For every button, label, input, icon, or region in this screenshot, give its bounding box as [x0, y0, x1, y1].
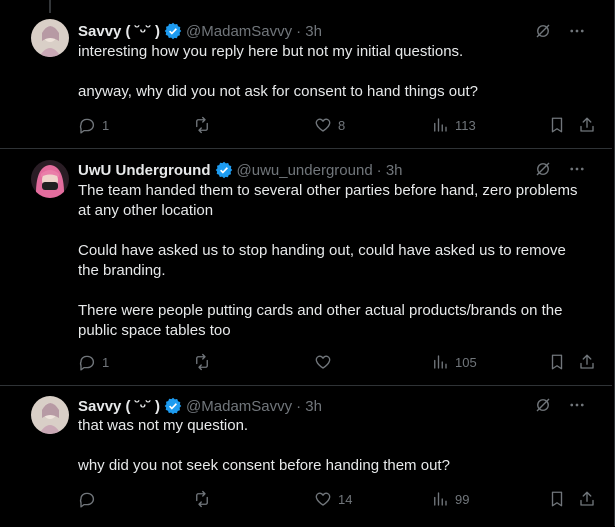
views-count: 99 [455, 491, 470, 507]
tweet-paragraph: interesting how you reply here but not m… [78, 43, 464, 60]
thread-connector [49, 0, 51, 13]
share-button[interactable] [578, 353, 596, 371]
views-button[interactable]: 113 [431, 116, 476, 134]
heart-icon [315, 355, 331, 369]
like-button[interactable]: 14 [314, 490, 352, 508]
reply-button[interactable]: 1 [78, 353, 109, 371]
tweet-text: that was not my question. why did you no… [78, 416, 584, 476]
verified-badge-icon [215, 161, 233, 179]
grok-icon[interactable] [534, 22, 552, 40]
share-button[interactable] [578, 116, 596, 134]
bookmark-icon [551, 491, 563, 507]
like-count: 8 [338, 117, 346, 133]
tweet-header: UwU Underground @uwu_underground · 3h [78, 161, 403, 179]
tweet-actions: 1 105 [78, 353, 598, 373]
display-name[interactable]: Savvy ( ˘ᵕ˘ ) [78, 398, 160, 415]
grok-icon[interactable] [534, 396, 552, 414]
repost-icon [196, 116, 208, 134]
like-button[interactable] [314, 353, 338, 371]
bookmark-icon [551, 354, 563, 370]
tweet-actions: 14 99 [78, 490, 598, 510]
tweet-header: Savvy ( ˘ᵕ˘ ) @MadamSavvy · 3h [78, 22, 322, 40]
reply-button[interactable] [78, 490, 102, 508]
reply-button[interactable]: 1 [78, 116, 109, 134]
views-button[interactable]: 99 [431, 490, 469, 508]
repost-button[interactable] [193, 116, 217, 134]
display-name[interactable]: UwU Underground [78, 162, 211, 179]
verified-badge-icon [164, 22, 182, 40]
avatar[interactable] [31, 396, 69, 434]
tweet-top-actions [534, 22, 586, 40]
tweet-paragraph: anyway, why did you not ask for consent … [78, 83, 478, 100]
bookmark-button[interactable] [548, 353, 566, 371]
bookmark-button[interactable] [548, 116, 566, 134]
user-handle[interactable]: @MadamSavvy [186, 398, 292, 415]
tweet-paragraph: The team handed them to several other pa… [78, 182, 578, 219]
tweet-header: Savvy ( ˘ᵕ˘ ) @MadamSavvy · 3h [78, 397, 322, 415]
reply-count: 1 [102, 354, 110, 370]
timestamp[interactable]: · 3h [377, 162, 403, 179]
tweet-actions: 1 8 113 [78, 116, 598, 136]
verified-badge-icon [164, 397, 182, 415]
views-count: 105 [455, 354, 477, 370]
views-chart-icon [434, 492, 447, 506]
tweet-paragraph: Could have asked us to stop handing out,… [78, 242, 566, 279]
share-icon [580, 117, 594, 132]
more-options-icon[interactable] [568, 22, 586, 40]
like-button[interactable]: 8 [314, 116, 345, 134]
repost-button[interactable] [193, 353, 217, 371]
like-count: 14 [338, 491, 353, 507]
heart-icon [315, 492, 331, 506]
views-chart-icon [434, 355, 447, 369]
display-name[interactable]: Savvy ( ˘ᵕ˘ ) [78, 23, 160, 40]
tweet-text: The team handed them to several other pa… [78, 181, 584, 341]
avatar[interactable] [31, 19, 69, 57]
share-button[interactable] [578, 490, 596, 508]
tweet[interactable]: UwU Underground @uwu_underground · 3h Th… [0, 148, 612, 385]
views-chart-icon [434, 118, 447, 132]
repost-icon [196, 490, 208, 508]
grok-icon[interactable] [534, 160, 552, 178]
tweet-top-actions [534, 160, 586, 178]
reply-count: 1 [102, 117, 110, 133]
timestamp[interactable]: · 3h [296, 23, 322, 40]
user-handle[interactable]: @uwu_underground [237, 162, 373, 179]
tweet[interactable]: Savvy ( ˘ᵕ˘ ) @MadamSavvy · 3h that was … [0, 385, 612, 527]
timestamp[interactable]: · 3h [296, 398, 322, 415]
repost-button[interactable] [193, 490, 217, 508]
tweet[interactable]: Savvy ( ˘ᵕ˘ ) @MadamSavvy · 3h interesti… [0, 0, 612, 147]
views-count: 113 [455, 117, 476, 133]
tweet-paragraph: why did you not seek consent before hand… [78, 457, 450, 474]
bookmark-icon [551, 117, 563, 133]
tweet-paragraph: There were people putting cards and othe… [78, 302, 563, 339]
tweet-text: interesting how you reply here but not m… [78, 42, 584, 102]
tweet-top-actions [534, 396, 586, 414]
views-button[interactable]: 105 [431, 353, 477, 371]
heart-icon [315, 118, 331, 132]
reply-icon [79, 492, 95, 508]
reply-icon [79, 355, 95, 371]
reply-icon [79, 118, 95, 134]
tweet-paragraph: that was not my question. [78, 417, 249, 434]
bookmark-button[interactable] [548, 490, 566, 508]
more-options-icon[interactable] [568, 396, 586, 414]
user-handle[interactable]: @MadamSavvy [186, 23, 292, 40]
share-icon [580, 491, 594, 506]
more-options-icon[interactable] [568, 160, 586, 178]
avatar[interactable] [31, 160, 69, 198]
share-icon [580, 354, 594, 369]
repost-icon [196, 353, 208, 371]
